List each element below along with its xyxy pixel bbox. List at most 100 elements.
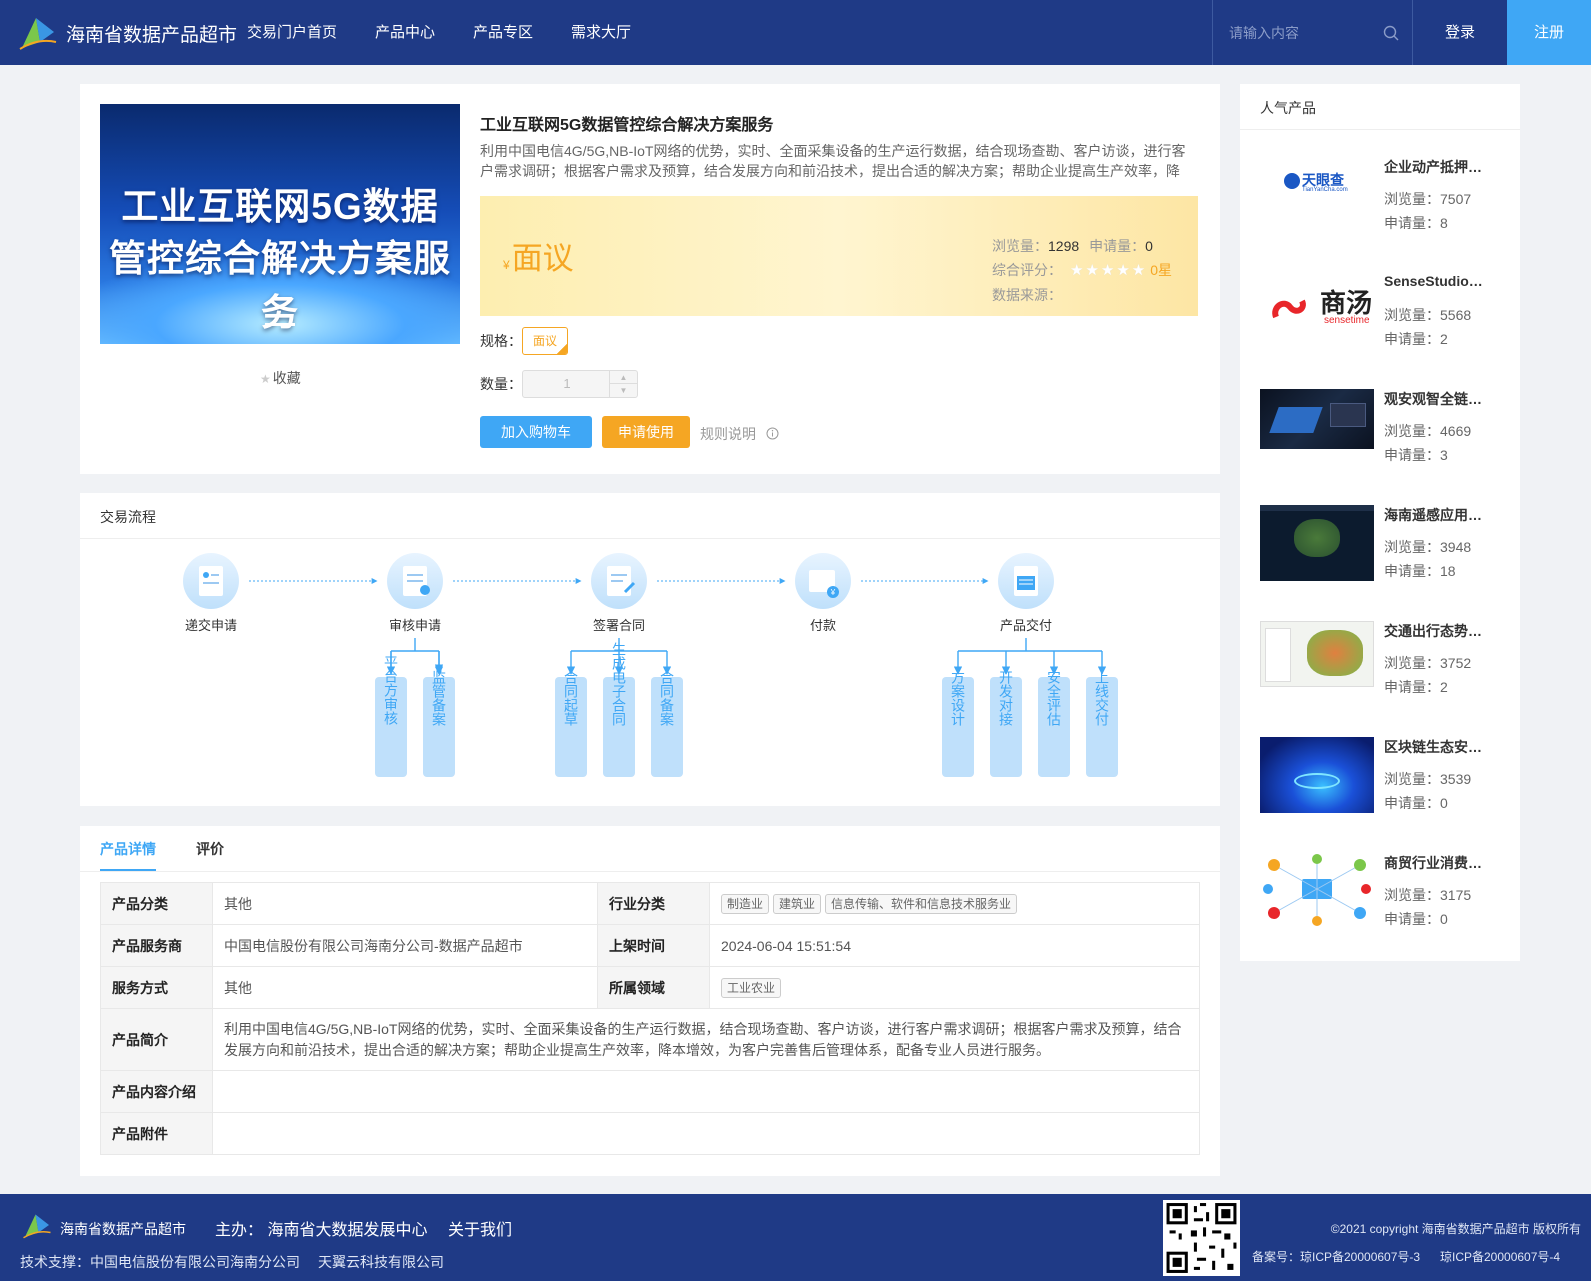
sub-regulator-filing: 监管备案 <box>431 670 447 726</box>
increase-icon[interactable]: ▲ <box>610 371 637 384</box>
tab-reviews[interactable]: 评价 <box>196 826 224 871</box>
product-views: 浏览量：3948 <box>1384 539 1472 555</box>
network-graph-image <box>1263 854 1371 926</box>
product-name[interactable]: 区块链生态安… <box>1384 737 1514 757</box>
nav-product-center[interactable]: 产品中心 <box>375 0 435 65</box>
product-banner-image[interactable]: 工业互联网5G数据 管控综合解决方案服务 <box>100 104 460 344</box>
sub-e-contract: 生成电子合同 <box>611 642 627 727</box>
product-applies: 申请量：0 <box>1384 911 1448 927</box>
product-applies: 申请量：3 <box>1384 447 1448 463</box>
search-icon[interactable] <box>1383 25 1399 41</box>
banner-text-line2: 管控综合解决方案服务 <box>109 238 451 333</box>
product-thumbnail[interactable] <box>1260 389 1374 449</box>
site-logo-icon[interactable] <box>18 12 58 52</box>
site-title[interactable]: 海南省数据产品超市 <box>66 20 237 47</box>
list-item[interactable]: 海南遥感应用… 浏览量：3948 申请量：18 <box>1260 505 1520 595</box>
nav-home[interactable]: 交易门户首页 <box>247 0 337 65</box>
table-row: 服务方式 其他 所属领域 工业农业 <box>100 966 1200 1009</box>
product-name[interactable]: 商贸行业消费… <box>1384 853 1514 873</box>
product-name[interactable]: 海南遥感应用… <box>1384 505 1514 525</box>
intro-label: 产品简介 <box>100 1008 213 1071</box>
divider <box>80 871 1220 872</box>
favorite-button[interactable]: ★ 收藏 <box>260 368 301 388</box>
icp-record-2[interactable]: 琼ICP备20000607号-4 <box>1440 1248 1560 1265</box>
footer-site-name: 海南省数据产品超市 <box>60 1221 186 1237</box>
product-views: 浏览量：4669 <box>1384 423 1472 439</box>
product-thumbnail[interactable] <box>1260 737 1374 813</box>
quantity-value[interactable]: 1 <box>523 371 611 397</box>
apply-button[interactable]: 申请使用 <box>602 416 690 448</box>
nav-demand-hall[interactable]: 需求大厅 <box>571 0 631 65</box>
list-item[interactable]: 商贸行业消费… 浏览量：3175 申请量：0 <box>1260 853 1520 943</box>
provider-value: 中国电信股份有限公司海南分公司-数据产品超市 <box>212 924 598 967</box>
quantity-stepper[interactable]: 1 ▲ ▼ <box>522 370 638 398</box>
sub-security-assessment: 安全评估 <box>1046 670 1062 726</box>
product-thumbnail[interactable] <box>1260 853 1374 929</box>
step-label-submit: 递交申请 <box>185 618 237 633</box>
currency-symbol: ¥ <box>503 258 510 272</box>
tab-product-details[interactable]: 产品详情 <box>100 826 156 871</box>
qr-code-icon <box>1163 1200 1240 1276</box>
list-item[interactable]: 区块链生态安… 浏览量：3539 申请量：0 <box>1260 737 1520 827</box>
flow-title: 交易流程 <box>100 509 156 525</box>
product-thumbnail[interactable] <box>1260 505 1374 581</box>
industry-tag: 制造业 <box>721 893 770 914</box>
sub-platform-review: 平台方审核 <box>383 655 399 725</box>
decrease-icon[interactable]: ▼ <box>610 384 637 397</box>
toolbar-strip <box>1260 505 1374 511</box>
search-box <box>1212 0 1412 65</box>
tech-support-2: 天翼云科技有限公司 <box>318 1254 444 1270</box>
applies-value: 0 <box>1145 238 1153 254</box>
logo-subtext: TianYanCha.com <box>1302 187 1348 193</box>
product-stats: 浏览量：1298 申请量：0 综合评分： ★★★★★ 0星 数据来源： <box>992 234 1172 307</box>
attach-value <box>212 1112 1200 1155</box>
sub-solution-design: 方案设计 <box>950 670 966 726</box>
carousel-indicator[interactable] <box>265 323 295 326</box>
sub-contract-filing: 合同备案 <box>659 670 675 726</box>
details-tabs: 产品详情 评价 <box>100 826 264 871</box>
search-input[interactable] <box>1229 22 1369 44</box>
banner-text-line1: 工业互联网5G数据 <box>121 186 439 227</box>
product-name[interactable]: 企业动产抵押… <box>1384 157 1514 177</box>
region-map-image <box>1307 630 1363 676</box>
footer-host: 主办： 海南省大数据发展中心 <box>215 1222 428 1239</box>
icp-record-1[interactable]: 备案号：琼ICP备20000607号-3 <box>1252 1248 1420 1265</box>
login-button[interactable]: 登录 <box>1412 0 1507 65</box>
product-views: 浏览量：3175 <box>1384 887 1472 903</box>
product-thumbnail[interactable]: 天眼查 TianYanCha.com <box>1260 157 1374 233</box>
step-delivery-icon <box>998 553 1054 609</box>
spec-label: 规格： <box>480 333 522 349</box>
flow-diagram: ¥ 递交申请 审核申请 签署合同 付款 产品交付 平台方审核 监管备案 合同起草… <box>183 553 1118 777</box>
island-map-image <box>1294 519 1340 557</box>
product-thumbnail[interactable]: 商汤 sensetime <box>1260 273 1374 349</box>
register-button[interactable]: 注册 <box>1507 0 1591 65</box>
svg-text:¥: ¥ <box>830 588 836 597</box>
category-label: 产品分类 <box>100 882 213 925</box>
details-table: 产品分类 其他 行业分类 制造业 建筑业 信息传输、软件和信息技术服务业 产品服务商… <box>100 882 1200 1155</box>
copyright: ©2021 copyright 海南省数据产品超市 版权所有 <box>1330 1222 1581 1236</box>
rating-stars-icon: ★★★★★ <box>1070 262 1148 279</box>
rules-link[interactable]: 规则说明 <box>700 424 779 444</box>
table-row: 产品简介 利用中国电信4G/5G,NB-IoT网络的优势，实时、全面采集设备的生… <box>100 1008 1200 1071</box>
domain-tag: 工业农业 <box>721 977 782 998</box>
blockchain-ring-image <box>1294 773 1340 789</box>
list-item[interactable]: 商汤 sensetime SenseStudio… 浏览量：5568 申请量：2 <box>1260 273 1520 363</box>
product-views: 浏览量：7507 <box>1384 191 1472 207</box>
spec-option[interactable]: 面议 <box>522 327 568 355</box>
list-item[interactable]: 天眼查 TianYanCha.com 企业动产抵押… 浏览量：7507 申请量：… <box>1260 157 1520 247</box>
about-us-link[interactable]: 关于我们 <box>448 1216 512 1240</box>
rating-value: 0星 <box>1150 262 1173 278</box>
product-thumbnail[interactable] <box>1260 621 1374 687</box>
category-value: 其他 <box>212 882 598 925</box>
add-to-cart-button[interactable]: 加入购物车 <box>480 416 592 448</box>
sub-contract-draft: 合同起草 <box>563 670 579 726</box>
product-name[interactable]: 观安观智全链… <box>1384 389 1514 409</box>
product-description: 利用中国电信4G/5G,NB-IoT网络的优势，实时、全面采集设备的生产运行数据… <box>480 143 1186 179</box>
list-item[interactable]: 交通出行态势… 浏览量：3752 申请量：2 <box>1260 621 1520 711</box>
intro-value: 利用中国电信4G/5G,NB-IoT网络的优势，实时、全面采集设备的生产运行数据… <box>212 1008 1200 1071</box>
list-item[interactable]: 观安观智全链… 浏览量：4669 申请量：3 <box>1260 389 1520 479</box>
product-name[interactable]: SenseStudio… <box>1384 273 1514 289</box>
nav-product-zone[interactable]: 产品专区 <box>473 0 533 65</box>
product-name[interactable]: 交通出行态势… <box>1384 621 1514 641</box>
product-card: 工业互联网5G数据 管控综合解决方案服务 ★ 收藏 工业互联网5G数据管控综合解决… <box>80 84 1220 474</box>
